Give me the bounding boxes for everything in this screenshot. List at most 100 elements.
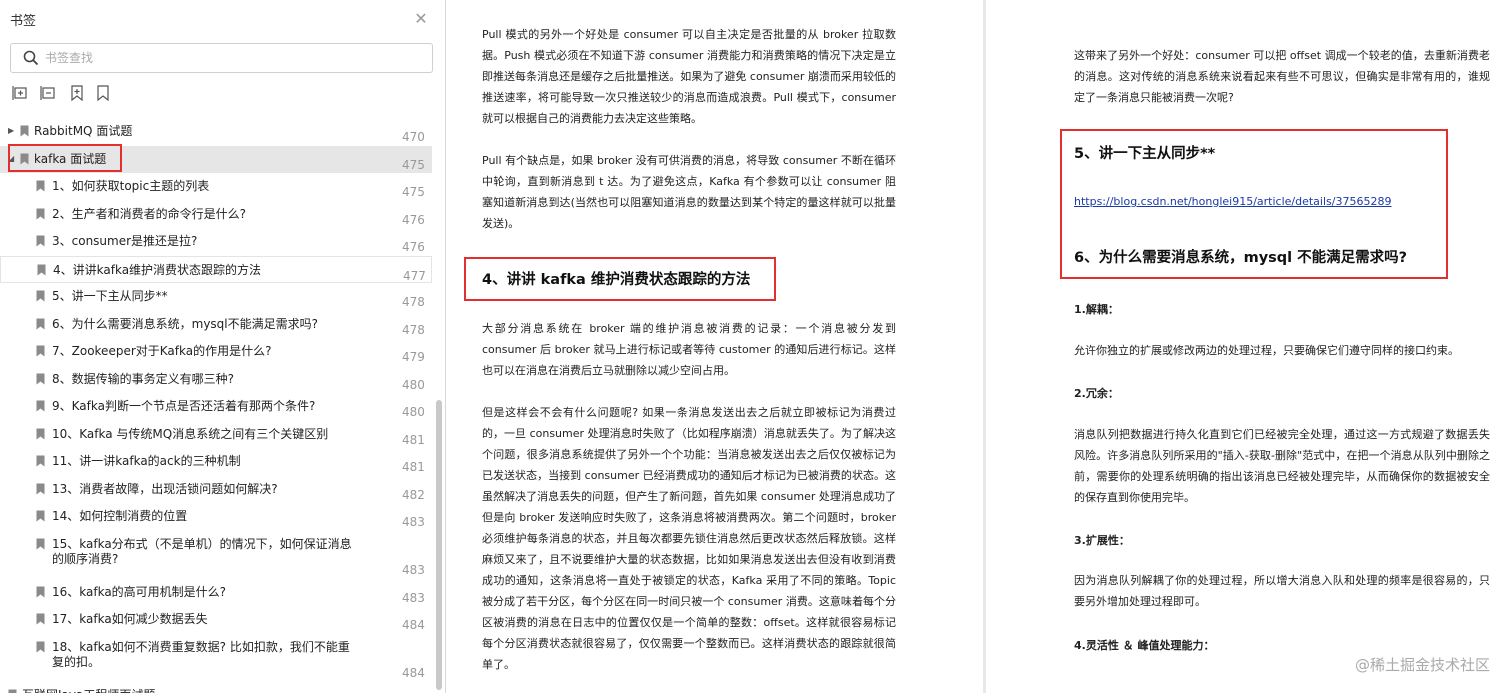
pdf-page-left: Pull 模式的另外一个好处是 consumer 可以自主决定是否批量的从 br… bbox=[446, 0, 983, 693]
bookmark-item[interactable]: 7、Zookeeper对于Kafka的作用是什么? 479 bbox=[0, 338, 432, 366]
bookmark-label: 4、讲讲kafka维护消费状态跟踪的方法 bbox=[53, 262, 262, 277]
search-icon bbox=[23, 50, 39, 66]
bookmark-item[interactable]: 2、生产者和消费者的命令行是什么? 476 bbox=[0, 201, 432, 229]
page-paragraph: Pull 有个缺点是，如果 broker 没有可供消费的消息，将导致 consu… bbox=[482, 154, 896, 230]
section-heading: 6、为什么需要消息系统，mysql 不能满足需求吗? bbox=[1074, 250, 1408, 266]
bookmark-label: 6、为什么需要消息系统，mysql不能满足需求吗? bbox=[52, 316, 318, 331]
add-bookmark-icon[interactable] bbox=[68, 84, 86, 102]
bookmark-item[interactable]: 18、kafka如何不消费重复数据? 比如扣款，我们不能重复的扣。 484 bbox=[0, 634, 432, 682]
highlight-box bbox=[8, 144, 122, 172]
subheading: 4.灵活性 ＆ 峰值处理能力： bbox=[1074, 639, 1215, 652]
bookmark-icon bbox=[37, 264, 46, 276]
bookmark-page-number: 470 bbox=[402, 130, 425, 144]
article-link[interactable]: https://blog.csdn.net/honglei915/article… bbox=[1074, 195, 1391, 208]
bookmark-icon bbox=[36, 455, 45, 467]
bookmark-icon[interactable] bbox=[94, 84, 112, 102]
bookmark-page-number: 477 bbox=[403, 268, 426, 283]
close-icon[interactable]: ✕ bbox=[412, 10, 430, 28]
bookmark-icon bbox=[8, 689, 17, 693]
bookmark-icon bbox=[36, 318, 45, 330]
bookmark-item[interactable]: 13、消费者故障，出现活锁问题如何解决? 482 bbox=[0, 476, 432, 504]
bookmark-item[interactable]: 14、如何控制消费的位置 483 bbox=[0, 503, 432, 531]
bookmark-icon bbox=[36, 428, 45, 440]
bookmark-label: 14、如何控制消费的位置 bbox=[52, 509, 188, 523]
page-paragraph: 允许你独立的扩展或修改两边的处理过程，只要确保它们遵守同样的接口约束。 bbox=[1074, 344, 1459, 357]
bookmark-page-number: 483 bbox=[402, 515, 425, 529]
pdf-page-right: 这带来了另外一个好处：consumer 可以把 offset 调成一个较老的值，… bbox=[986, 0, 1512, 693]
bookmark-search-input[interactable] bbox=[45, 48, 425, 68]
bookmark-label: 9、Kafka判断一个节点是否还活着有那两个条件? bbox=[52, 399, 316, 413]
bookmark-item[interactable]: 10、Kafka 与传统MQ消息系统之间有三个关键区别 481 bbox=[0, 421, 432, 449]
bookmark-item[interactable]: ▶ RabbitMQ 面试题 470 bbox=[0, 118, 432, 146]
bookmark-item[interactable]: 6、为什么需要消息系统，mysql不能满足需求吗? 478 bbox=[0, 311, 432, 339]
bookmark-label: 7、Zookeeper对于Kafka的作用是什么? bbox=[52, 344, 272, 358]
bookmark-page-number: 483 bbox=[402, 590, 425, 605]
bookmark-page-number: 478 bbox=[402, 295, 425, 309]
bookmark-label: 13、消费者故障，出现活锁问题如何解决? bbox=[52, 481, 278, 496]
bookmark-page-number: 482 bbox=[402, 487, 425, 502]
bookmark-page-number: 484 bbox=[402, 618, 425, 632]
bookmark-item[interactable]: 5、讲一下主从同步** 478 bbox=[0, 283, 432, 311]
bookmark-item[interactable]: 互联网Java工程师面试题484 bbox=[0, 682, 432, 693]
bookmark-icon bbox=[36, 235, 45, 247]
bookmark-item[interactable]: 1、如何获取topic主题的列表 475 bbox=[0, 173, 432, 201]
bookmark-icon bbox=[36, 373, 45, 385]
pdf-reader-window: 书签 ✕ ▶RabbitMQ 面试题470◢kafka 面试题4751、如何获取… bbox=[0, 0, 1512, 693]
bookmark-item[interactable]: 17、kafka如何减少数据丢失 484 bbox=[0, 606, 432, 634]
bookmark-label: 2、生产者和消费者的命令行是什么? bbox=[52, 206, 247, 221]
bookmark-page-number: 478 bbox=[402, 322, 425, 337]
bookmark-item[interactable]: 9、Kafka判断一个节点是否还活着有那两个条件? 480 bbox=[0, 393, 432, 421]
bookmark-icon bbox=[36, 510, 45, 522]
bookmark-page-number: 475 bbox=[402, 185, 425, 199]
bookmark-panel-title: 书签 bbox=[10, 14, 37, 29]
page-paragraph: 但是这样会不会有什么问题呢? 如果一条消息发送出去之后就立即被标记为消费过的，一… bbox=[482, 406, 896, 671]
bookmark-item[interactable]: 3、consumer是推还是拉? 476 bbox=[0, 228, 432, 256]
bookmark-label: 17、kafka如何减少数据丢失 bbox=[52, 612, 208, 626]
caret-right-icon[interactable]: ▶ bbox=[8, 127, 16, 135]
bookmark-icon bbox=[36, 208, 45, 220]
sidebar-scrollbar[interactable] bbox=[436, 400, 442, 690]
bookmark-item[interactable]: 15、kafka分布式（不是单机）的情况下，如何保证消息的顺序消费? 483 bbox=[0, 531, 432, 579]
bookmark-label: 11、讲一讲kafka的ack的三种机制 bbox=[52, 454, 241, 468]
bookmark-label: 1、如何获取topic主题的列表 bbox=[52, 179, 210, 193]
page-paragraph: Pull 模式的另外一个好处是 consumer 可以自主决定是否批量的从 br… bbox=[482, 28, 896, 125]
bookmark-page-number: 476 bbox=[402, 240, 425, 254]
subheading: 2.冗余： bbox=[1074, 387, 1119, 400]
expand-all-icon[interactable] bbox=[12, 84, 30, 102]
collapse-all-icon[interactable] bbox=[40, 84, 58, 102]
bookmark-item[interactable]: 4、讲讲kafka维护消费状态跟踪的方法 477 bbox=[0, 255, 432, 283]
bookmark-tree: ▶ RabbitMQ 面试题 470 ◢ kafka 面试题 475 1、如何获取topic… bbox=[0, 118, 432, 693]
page-paragraph: 消息队列把数据进行持久化直到它们已经被完全处理，通过这一方式规避了数据丢失风险。… bbox=[1074, 428, 1490, 504]
bookmark-page-number: 481 bbox=[402, 460, 425, 474]
bookmark-search-box[interactable] bbox=[10, 43, 433, 73]
bookmark-label: 5、讲一下主从同步** bbox=[52, 289, 168, 303]
bookmark-label: 18、kafka如何不消费重复数据? 比如扣款，我们不能重复的扣。 bbox=[52, 639, 350, 669]
bookmark-page-number: 484 bbox=[402, 665, 425, 680]
bookmark-icon bbox=[36, 586, 45, 598]
bookmark-panel: 书签 ✕ ▶RabbitMQ 面试题470◢kafka 面试题4751、如何获取… bbox=[0, 0, 446, 693]
subheading: 3.扩展性： bbox=[1074, 534, 1130, 547]
bookmark-icon bbox=[36, 613, 45, 625]
bookmark-icon bbox=[36, 345, 45, 357]
bookmark-label: RabbitMQ 面试题 bbox=[34, 124, 133, 138]
bookmark-page-number: 480 bbox=[402, 377, 425, 392]
bookmark-page-number: 479 bbox=[402, 350, 425, 364]
bookmark-item[interactable]: 11、讲一讲kafka的ack的三种机制 481 bbox=[0, 448, 432, 476]
bookmark-icon bbox=[36, 483, 45, 495]
bookmark-label: 15、kafka分布式（不是单机）的情况下，如何保证消息的顺序消费? bbox=[52, 536, 352, 566]
bookmark-icon bbox=[36, 538, 45, 550]
bookmark-icon bbox=[20, 125, 29, 137]
bookmark-label: 16、kafka的高可用机制是什么? bbox=[52, 584, 227, 599]
bookmark-item[interactable]: 8、数据传输的事务定义有哪三种? 480 bbox=[0, 366, 432, 394]
bookmark-page-number: 483 bbox=[402, 562, 425, 577]
bookmark-icon bbox=[36, 400, 45, 412]
bookmark-label: 8、数据传输的事务定义有哪三种? bbox=[52, 371, 235, 386]
section-heading: 4、讲讲 kafka 维护消费状态跟踪的方法 bbox=[482, 272, 751, 288]
bookmark-label: 3、consumer是推还是拉? bbox=[52, 234, 198, 248]
page-paragraph: 这带来了另外一个好处：consumer 可以把 offset 调成一个较老的值，… bbox=[1074, 49, 1490, 104]
bookmark-item[interactable]: 16、kafka的高可用机制是什么? 483 bbox=[0, 579, 432, 607]
bookmark-label: 10、Kafka 与传统MQ消息系统之间有三个关键区别 bbox=[52, 426, 329, 441]
bookmark-icon bbox=[36, 290, 45, 302]
bookmark-page-number: 476 bbox=[402, 212, 425, 227]
bookmark-page-number: 481 bbox=[402, 432, 425, 447]
